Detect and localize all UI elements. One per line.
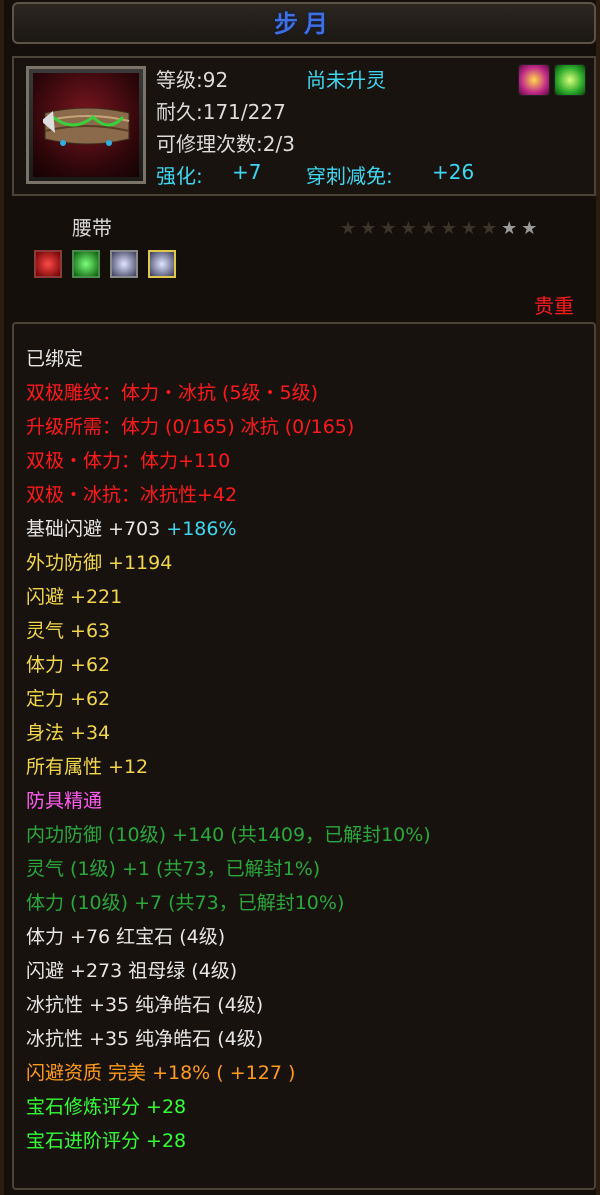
star-icon: ★★★★★★★★	[340, 218, 502, 239]
stat-text: 双极・体力：体力+110	[26, 450, 231, 472]
stat-line: 体力 (10级) +7 (共73，已解封10%)	[26, 888, 344, 918]
stat-text: 闪避 +273 祖母绿 (4级)	[26, 960, 238, 982]
item-header: 等级:92 尚未升灵 耐久:171/227 可修理次数:2/3 强化: +7 穿…	[12, 56, 596, 196]
item-icon[interactable]	[26, 66, 146, 184]
emerald-socket-icon[interactable]	[72, 250, 100, 278]
stat-text: 灵气 (1级) +1 (共73，已解封1%)	[26, 858, 321, 880]
tooltip-panel: 步月 等级:92 尚未升灵 耐久:171/227 可修理次数:2/3 强化: +…	[0, 0, 600, 1195]
stat-text: 双极・冰抗：冰抗性+42	[26, 484, 238, 506]
durability-label: 耐久:171/227	[156, 100, 286, 124]
stat-line: 定力 +62	[26, 684, 110, 714]
stat-text: 所有属性 +12	[26, 756, 149, 778]
stat-line: 已绑定	[26, 344, 83, 374]
star-rating: ★★★★★★★★★★	[340, 218, 541, 239]
stat-extra: +186%	[160, 518, 237, 540]
spirit-status: 尚未升灵	[306, 68, 386, 92]
stat-text: 内功防御 (10级) +140 (共1409，已解封10%)	[26, 824, 431, 846]
level-label: 等级:92	[156, 68, 229, 92]
item-name: 步月	[274, 10, 334, 38]
stat-line: 内功防御 (10级) +140 (共1409，已解封10%)	[26, 820, 431, 850]
enhance-value: +7	[232, 160, 262, 184]
diamond-socket-icon-selected[interactable]	[148, 250, 176, 278]
star-icon: ★★	[501, 218, 542, 239]
rarity-label: 贵重	[534, 294, 574, 318]
stat-line: 闪避资质 完美 +18% ( +127 )	[26, 1058, 295, 1088]
ruby-socket-icon[interactable]	[34, 250, 62, 278]
stat-line: 防具精通	[26, 786, 102, 816]
stat-line: 闪避 +221	[26, 582, 122, 612]
enhance-label: 强化:	[156, 164, 203, 188]
stat-text: 冰抗性 +35 纯净皓石 (4级)	[26, 994, 264, 1016]
stat-line: 身法 +34	[26, 718, 110, 748]
stat-line: 闪避 +273 祖母绿 (4级)	[26, 956, 237, 986]
diamond-socket-icon[interactable]	[110, 250, 138, 278]
stat-text: 宝石进阶评分 +28	[26, 1130, 187, 1152]
stat-text: 防具精通	[26, 790, 103, 812]
stat-line: 宝石修炼评分 +28	[26, 1092, 186, 1122]
stat-text: 闪避资质 完美 +18% ( +127 )	[26, 1062, 296, 1084]
stat-text: 体力 +62	[26, 654, 111, 676]
belt-icon	[33, 73, 139, 177]
stat-line: 体力 +62	[26, 650, 110, 680]
stats-panel: 已绑定双极雕纹：体力・冰抗 (5级・5级) 升级所需：体力 (0/165) 冰抗 …	[12, 322, 596, 1190]
stat-text: 宝石修炼评分 +28	[26, 1096, 187, 1118]
stat-line: 灵气 +63	[26, 616, 110, 646]
stat-text: 基础闪避 +703	[26, 518, 161, 540]
stat-line: 灵气 (1级) +1 (共73，已解封1%)	[26, 854, 320, 884]
stat-line: 外功防御 +1194	[26, 548, 172, 578]
stat-line: 基础闪避 +703 +186%	[26, 514, 237, 544]
pierce-label: 穿刺减免:	[306, 164, 393, 188]
stat-text: 体力 (10级) +7 (共73，已解封10%)	[26, 892, 345, 914]
item-type: 腰带	[72, 216, 112, 240]
stat-text: 身法 +34	[26, 722, 111, 744]
stat-text: 闪避 +221	[26, 586, 123, 608]
stat-text: 双极雕纹：体力・冰抗 (5级・5级)	[26, 382, 319, 404]
stat-text: 外功防御 +1194	[26, 552, 173, 574]
pierce-value: +26	[432, 160, 475, 184]
stat-text: 冰抗性 +35 纯净皓石 (4级)	[26, 1028, 264, 1050]
stat-text: 灵气 +63	[26, 620, 111, 642]
spirit-badge-icon[interactable]	[518, 64, 550, 96]
stat-line: 宝石进阶评分 +28	[26, 1126, 186, 1156]
stat-line: 双极・体力：体力+110	[26, 446, 230, 476]
stat-line: 所有属性 +12	[26, 752, 148, 782]
stat-line: 冰抗性 +35 纯净皓石 (4级)	[26, 1024, 263, 1054]
belt-graphic	[43, 107, 130, 146]
title-bar: 步月	[12, 2, 596, 44]
stat-line: 双极雕纹：体力・冰抗 (5级・5级)	[26, 378, 318, 408]
stat-text: 升级所需：体力 (0/165) 冰抗 (0/165)	[26, 416, 355, 438]
jade-badge-icon[interactable]	[554, 64, 586, 96]
stat-text: 定力 +62	[26, 688, 111, 710]
stat-line: 双极・冰抗：冰抗性+42	[26, 480, 237, 510]
repair-count-label: 可修理次数:2/3	[156, 132, 295, 156]
stat-text: 体力 +76 红宝石 (4级)	[26, 926, 226, 948]
stat-line: 升级所需：体力 (0/165) 冰抗 (0/165)	[26, 412, 354, 442]
stat-line: 体力 +76 红宝石 (4级)	[26, 922, 225, 952]
stat-line: 冰抗性 +35 纯净皓石 (4级)	[26, 990, 263, 1020]
stat-text: 已绑定	[26, 348, 84, 370]
